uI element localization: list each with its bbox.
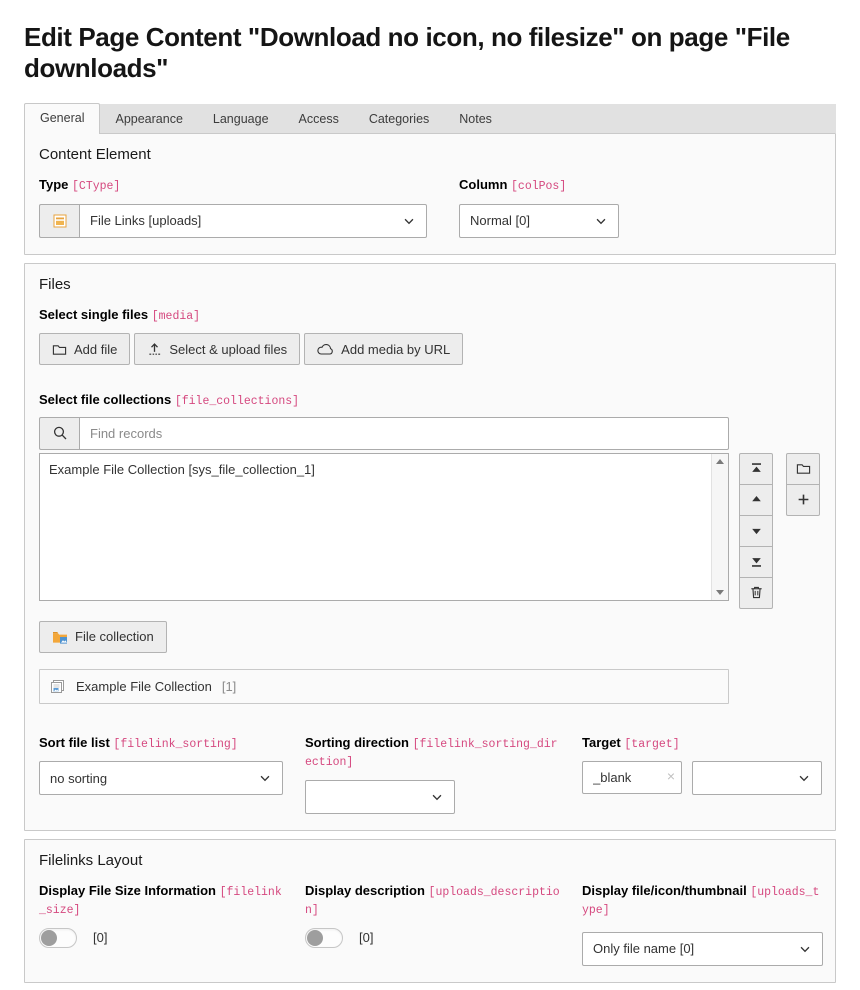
chevron-down-icon <box>258 771 272 785</box>
move-to-bottom-icon <box>749 554 764 569</box>
move-down-button[interactable] <box>739 515 773 547</box>
select-upload-files-button[interactable]: Select & upload files <box>134 333 300 365</box>
listbox-scrollbar[interactable] <box>711 454 728 600</box>
page-title: Edit Page Content "Download no icon, no … <box>24 22 836 84</box>
file-collections-field-code: [file_collections] <box>175 395 299 408</box>
tab-categories[interactable]: Categories <box>354 105 444 133</box>
plus-icon <box>796 492 811 507</box>
move-down-icon <box>749 523 764 538</box>
colpos-select[interactable]: Normal [0] <box>459 204 619 238</box>
target-label: Target [target] <box>582 734 823 753</box>
scroll-up-icon[interactable] <box>716 459 724 464</box>
cloud-icon <box>317 343 334 356</box>
search-icon <box>39 417 79 450</box>
sort-file-list-label: Sort file list [filelink_sorting] <box>39 734 283 753</box>
record-uid: [1] <box>222 679 236 694</box>
tab-access[interactable]: Access <box>284 105 354 133</box>
move-to-top-icon <box>749 461 764 476</box>
folder-icon <box>796 461 811 476</box>
browse-records-button[interactable] <box>786 453 820 485</box>
chevron-down-icon <box>798 942 812 956</box>
toggle-knob <box>41 930 57 946</box>
display-description-label: Display description [uploads_description… <box>305 882 560 919</box>
column-field-label: Column [colPos] <box>459 176 619 195</box>
delete-button[interactable] <box>739 577 773 609</box>
trash-icon <box>749 585 764 600</box>
file-collection-record-icon <box>49 678 66 695</box>
toggle-state-value: [0] <box>93 930 107 945</box>
target-code: [target] <box>624 738 679 751</box>
content-type-icon <box>39 204 79 238</box>
ctype-select[interactable]: File Links [uploads] <box>79 204 427 238</box>
chevron-down-icon <box>402 214 416 228</box>
tab-appearance[interactable]: Appearance <box>100 105 197 133</box>
media-field-label: Select single files [media] <box>39 306 821 325</box>
scroll-down-icon[interactable] <box>716 590 724 595</box>
new-file-collection-button[interactable]: File collection <box>39 621 167 653</box>
file-collections-listbox[interactable]: Example File Collection [sys_file_collec… <box>39 453 729 601</box>
tab-notes[interactable]: Notes <box>444 105 507 133</box>
section-heading: Files <box>39 276 821 293</box>
chevron-down-icon <box>430 790 444 804</box>
target-select[interactable] <box>692 761 822 795</box>
column-field-code: [colPos] <box>511 180 566 193</box>
selected-collection-record: Example File Collection [1] <box>39 669 729 704</box>
clear-icon[interactable]: × <box>667 769 675 783</box>
uploads-type-select[interactable]: Only file name [0] <box>582 932 823 966</box>
media-field-code: [media] <box>152 310 200 323</box>
display-description-toggle[interactable] <box>305 928 343 948</box>
move-to-bottom-button[interactable] <box>739 546 773 578</box>
add-record-button[interactable] <box>786 484 820 516</box>
sorting-direction-select[interactable] <box>305 780 455 814</box>
display-filesize-label: Display File Size Information [filelink_… <box>39 882 283 919</box>
toggle-state-value: [0] <box>359 930 373 945</box>
sort-file-list-select[interactable]: no sorting <box>39 761 283 795</box>
form-tab-bar: General Appearance Language Access Categ… <box>24 104 836 133</box>
chevron-down-icon <box>594 214 608 228</box>
file-collection-icon <box>52 630 68 644</box>
add-media-by-url-button[interactable]: Add media by URL <box>304 333 463 365</box>
panel-filelinks-layout: Filelinks Layout Display File Size Infor… <box>24 839 836 983</box>
section-heading: Filelinks Layout <box>39 852 821 869</box>
sort-file-list-code: [filelink_sorting] <box>113 738 237 751</box>
folder-icon <box>52 342 67 357</box>
tab-general[interactable]: General <box>24 103 100 134</box>
find-records-input[interactable] <box>79 417 729 450</box>
list-item[interactable]: Example File Collection [sys_file_collec… <box>40 460 711 479</box>
tab-language[interactable]: Language <box>198 105 284 133</box>
edit-record-form: Edit Page Content "Download no icon, no … <box>0 22 860 990</box>
upload-icon <box>147 342 162 357</box>
type-field-label: Type [CType] <box>39 176 427 195</box>
panel-files: Files Select single files [media] Add fi… <box>24 263 836 831</box>
record-title: Example File Collection <box>76 679 212 694</box>
toggle-knob <box>307 930 323 946</box>
type-field-code: [CType] <box>72 180 120 193</box>
move-up-icon <box>749 492 764 507</box>
move-up-button[interactable] <box>739 484 773 516</box>
display-type-label: Display file/icon/thumbnail [uploads_typ… <box>582 882 823 919</box>
file-collections-field-label: Select file collections [file_collection… <box>39 391 821 410</box>
sorting-direction-label: Sorting direction [filelink_sorting_dire… <box>305 734 560 771</box>
section-heading: Content Element <box>39 146 821 163</box>
move-to-top-button[interactable] <box>739 453 773 485</box>
chevron-down-icon <box>797 771 811 785</box>
add-file-button[interactable]: Add file <box>39 333 130 365</box>
display-filesize-toggle[interactable] <box>39 928 77 948</box>
panel-content-element: Content Element Type [CType] <box>24 133 836 255</box>
